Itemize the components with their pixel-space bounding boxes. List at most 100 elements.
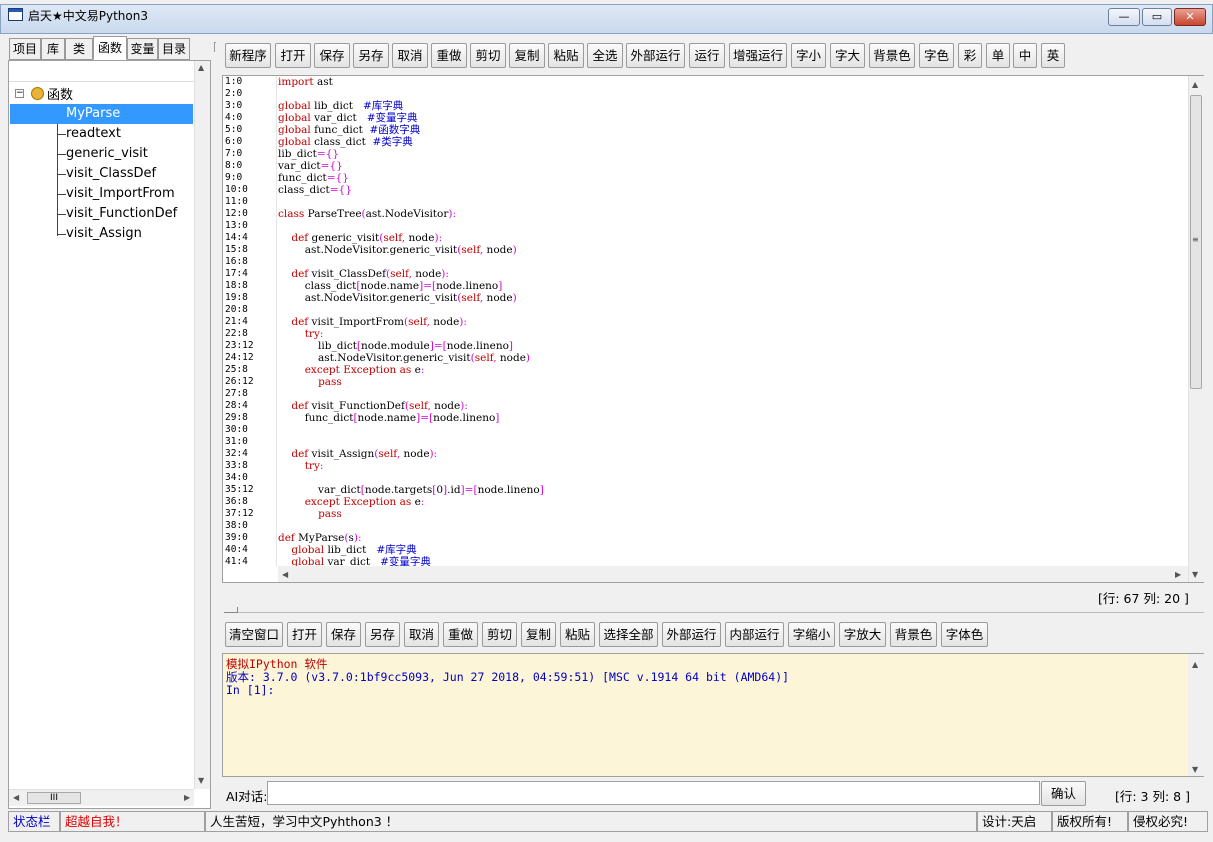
code-line[interactable]: try: [278, 328, 1188, 340]
tree-item-visit-classdef[interactable]: visit_ClassDef [66, 164, 156, 184]
redo-button[interactable]: 重做 [431, 43, 467, 68]
console-vertical-scrollbar[interactable] [1188, 654, 1204, 776]
code-line[interactable]: def visit_FunctionDef(self, node): [278, 400, 1188, 412]
code-line[interactable]: ast.NodeVisitor.generic_visit(self, node… [278, 352, 1188, 364]
mono-mode-button[interactable]: 单 [986, 43, 1010, 68]
close-button[interactable]: ✕ [1174, 8, 1206, 26]
open-button[interactable]: 打开 [275, 43, 311, 68]
code-line[interactable]: global class_dict #类字典 [278, 136, 1188, 148]
code-line[interactable]: def generic_visit(self, node): [278, 232, 1188, 244]
tab-functions[interactable]: 函数 [93, 36, 127, 60]
scroll-left-icon[interactable]: ◀ [282, 570, 288, 579]
code-line[interactable]: pass [278, 376, 1188, 388]
tree-item-visit-functiondef[interactable]: visit_FunctionDef [66, 204, 177, 224]
tree-item-readtext[interactable]: readtext [66, 124, 121, 144]
scroll-up-icon[interactable]: ▲ [1192, 660, 1198, 669]
select-all-button[interactable]: 全选 [587, 43, 623, 68]
font-smaller-button[interactable]: 字小 [791, 43, 826, 68]
code-line[interactable]: lib_dict[node.module]=[node.lineno] [278, 340, 1188, 352]
code-line[interactable]: def visit_ClassDef(self, node): [278, 268, 1188, 280]
scroll-down-icon[interactable]: ▼ [198, 776, 204, 785]
english-mode-button[interactable]: 英 [1041, 43, 1065, 68]
code-line[interactable]: def visit_Assign(self, node): [278, 448, 1188, 460]
scroll-right-icon[interactable]: ▶ [1175, 570, 1181, 579]
code-line[interactable]: class ParseTree(ast.NodeVisitor): [278, 208, 1188, 220]
code-line[interactable] [278, 424, 1188, 436]
code-area[interactable]: import ast global lib_dict #库字典 global var… [278, 76, 1188, 566]
code-line[interactable]: func_dict={} [278, 172, 1188, 184]
code-line[interactable] [278, 220, 1188, 232]
code-line[interactable]: try: [278, 460, 1188, 472]
console-select-all-button[interactable]: 选择全部 [599, 622, 658, 647]
save-as-button[interactable]: 另存 [353, 43, 389, 68]
color-mode-button[interactable]: 彩 [958, 43, 982, 68]
code-line[interactable]: global func_dict #函数字典 [278, 124, 1188, 136]
code-line[interactable]: pass [278, 508, 1188, 520]
run-button[interactable]: 运行 [689, 43, 725, 68]
code-line[interactable]: class_dict[node.name]=[node.lineno] [278, 280, 1188, 292]
code-line[interactable] [278, 472, 1188, 484]
new-program-button[interactable]: 新程序 [225, 43, 271, 68]
scroll-down-icon[interactable]: ▼ [1192, 765, 1198, 774]
console-font-smaller-button[interactable]: 字缩小 [788, 622, 835, 647]
tree-item-myparse[interactable]: MyParse [10, 104, 193, 124]
code-line[interactable]: def visit_ImportFrom(self, node): [278, 316, 1188, 328]
code-line[interactable] [278, 256, 1188, 268]
code-line[interactable]: class_dict={} [278, 184, 1188, 196]
external-run-button[interactable]: 外部运行 [626, 43, 685, 68]
console-internal-run-button[interactable]: 内部运行 [725, 622, 784, 647]
background-color-button[interactable]: 背景色 [869, 43, 915, 68]
enhanced-run-button[interactable]: 增强运行 [729, 43, 787, 68]
code-line[interactable]: var_dict[node.targets[0].id]=[node.linen… [278, 484, 1188, 496]
tab-directory[interactable]: 目录 [158, 38, 190, 60]
tab-class[interactable]: 类 [65, 38, 93, 60]
console-paste-button[interactable]: 粘贴 [560, 622, 595, 647]
scroll-left-icon[interactable]: ◀ [13, 793, 19, 802]
console-font-larger-button[interactable]: 字放大 [839, 622, 886, 647]
splitter-handle[interactable] [224, 607, 238, 613]
console-save-button[interactable]: 保存 [326, 622, 361, 647]
save-button[interactable]: 保存 [314, 43, 350, 68]
minimize-button[interactable]: — [1108, 8, 1140, 26]
maximize-button[interactable]: ▭ [1142, 8, 1172, 26]
console-external-run-button[interactable]: 外部运行 [662, 622, 721, 647]
code-line[interactable]: import ast [278, 76, 1188, 88]
tab-project[interactable]: 项目 [9, 38, 41, 60]
ipython-console[interactable]: 模拟IPython 软件 版本: 3.7.0 (v3.7.0:1bf9cc509… [222, 653, 1204, 777]
code-line[interactable]: except Exception as e: [278, 496, 1188, 508]
scroll-up-icon[interactable]: ▲ [1192, 80, 1198, 89]
code-line[interactable]: global lib_dict #库字典 [278, 544, 1188, 556]
paste-button[interactable]: 粘贴 [548, 43, 584, 68]
console-font-color-button[interactable]: 字体色 [941, 622, 988, 647]
code-line[interactable]: global var_dict #变量字典 [278, 556, 1188, 566]
tree-root-label[interactable]: 函数 [47, 84, 73, 103]
code-line[interactable]: func_dict[node.name]=[node.lineno] [278, 412, 1188, 424]
code-line[interactable]: except Exception as e: [278, 364, 1188, 376]
code-line[interactable] [278, 520, 1188, 532]
collapse-toggle[interactable]: − [15, 89, 24, 98]
confirm-button[interactable]: 确认 [1041, 781, 1086, 806]
console-background-color-button[interactable]: 背景色 [890, 622, 937, 647]
code-line[interactable] [278, 388, 1188, 400]
code-line[interactable]: global var_dict #变量字典 [278, 112, 1188, 124]
font-color-button[interactable]: 字色 [919, 43, 954, 68]
console-open-button[interactable]: 打开 [287, 622, 322, 647]
scroll-down-icon[interactable]: ▼ [1192, 570, 1198, 579]
code-line[interactable]: lib_dict={} [278, 148, 1188, 160]
code-line[interactable]: ast.NodeVisitor.generic_visit(self, node… [278, 292, 1188, 304]
tab-variables[interactable]: 变量 [127, 38, 158, 60]
tree-item-generic-visit[interactable]: generic_visit [66, 144, 148, 164]
scroll-up-icon[interactable]: ▲ [198, 63, 204, 72]
tab-library[interactable]: 库 [41, 38, 65, 60]
tree-item-visit-importfrom[interactable]: visit_ImportFrom [66, 184, 175, 204]
code-line[interactable] [278, 88, 1188, 100]
tree-scroll-thumb[interactable]: III [27, 792, 81, 804]
code-line[interactable] [278, 304, 1188, 316]
tree-item-visit-assign[interactable]: visit_Assign [66, 224, 142, 244]
clear-window-button[interactable]: 清空窗口 [225, 622, 283, 647]
ai-chat-input[interactable] [267, 781, 1040, 805]
code-line[interactable]: ast.NodeVisitor.generic_visit(self, node… [278, 244, 1188, 256]
console-save-as-button[interactable]: 另存 [365, 622, 400, 647]
font-larger-button[interactable]: 字大 [830, 43, 865, 68]
code-line[interactable] [278, 196, 1188, 208]
